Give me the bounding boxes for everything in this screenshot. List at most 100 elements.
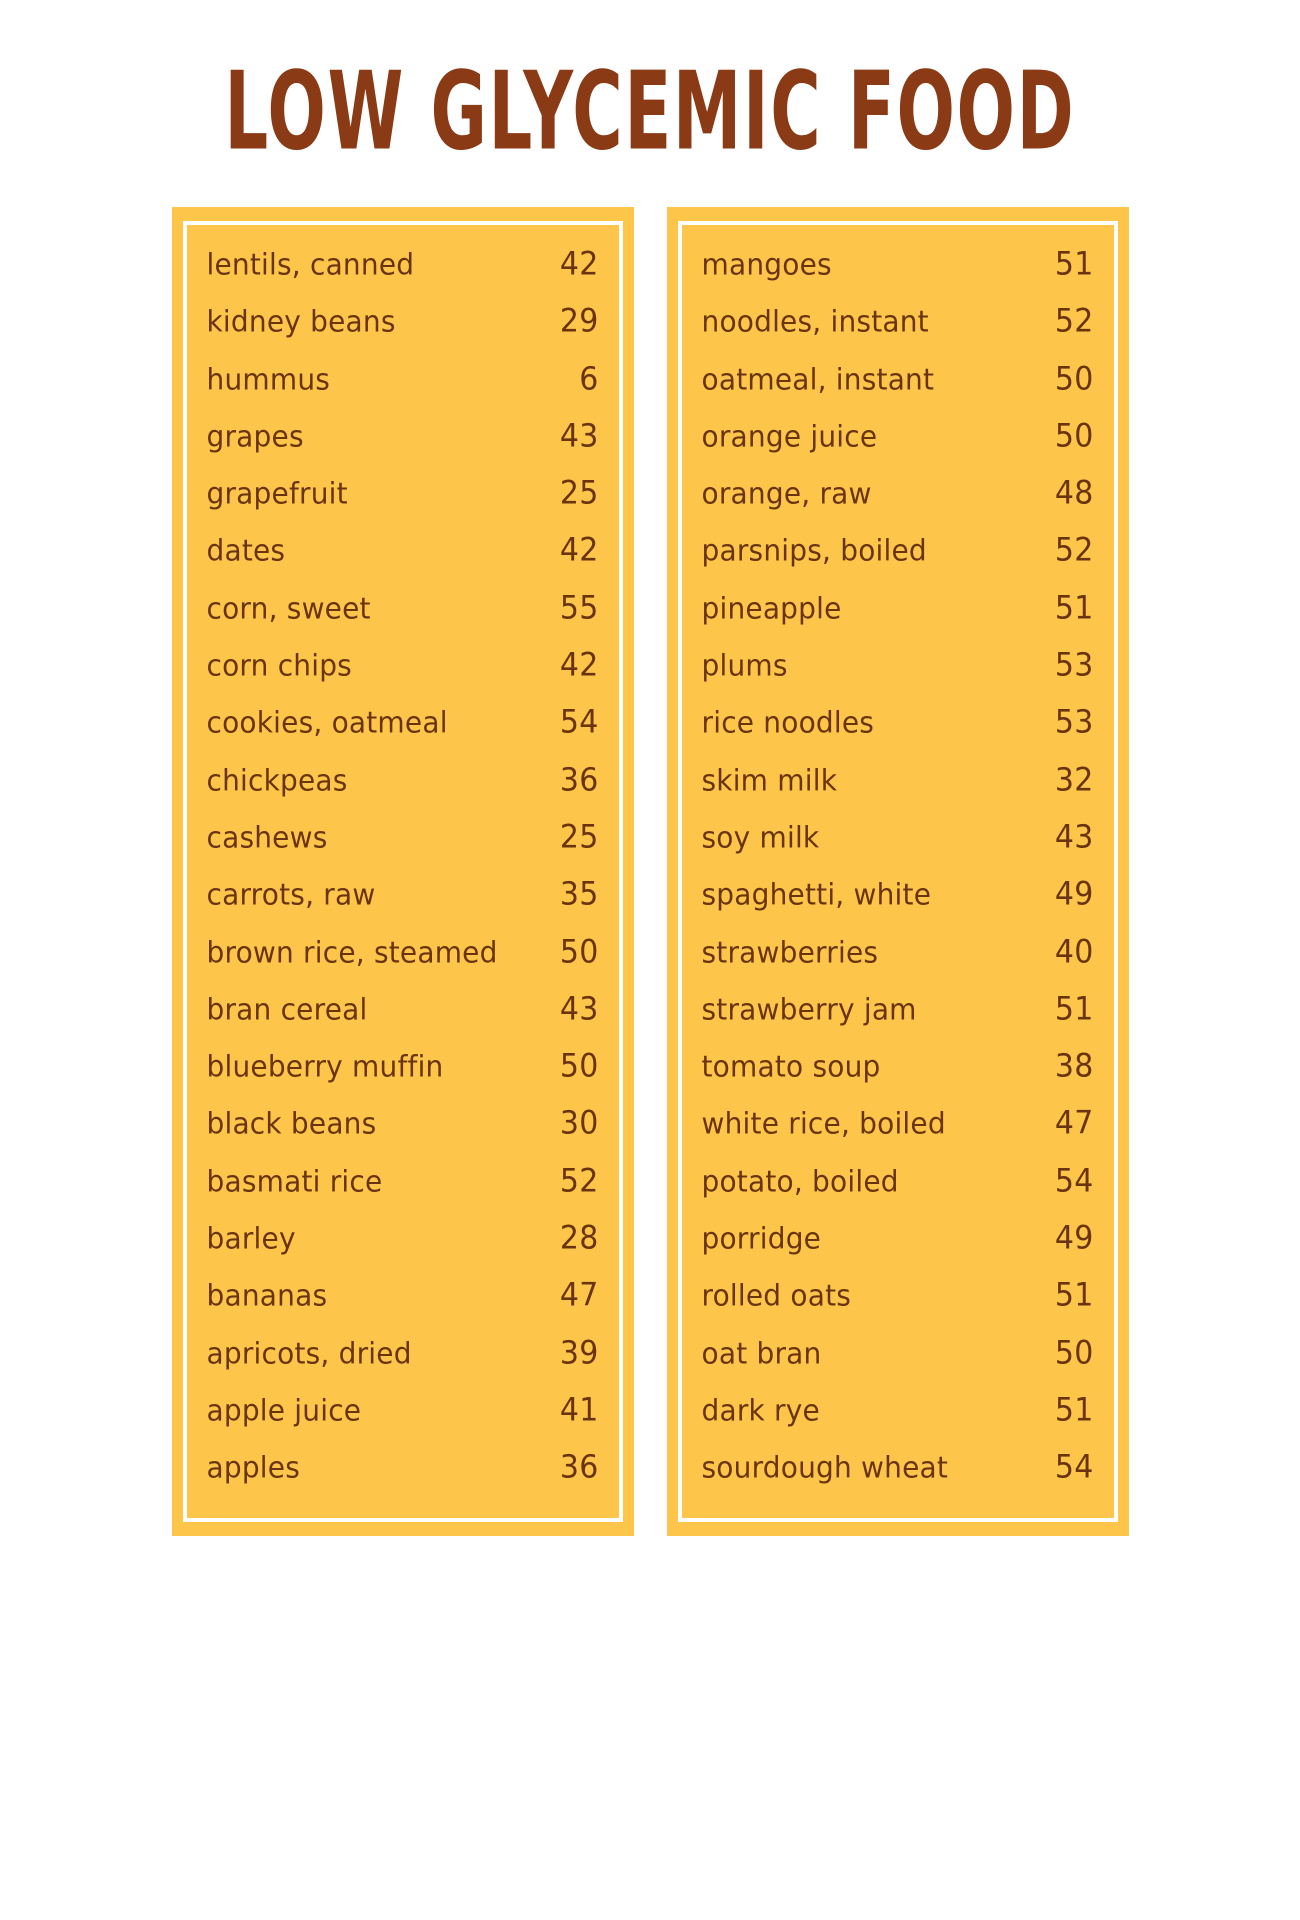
- food-name: spaghetti, white: [701, 877, 932, 913]
- food-name: plums: [701, 648, 788, 684]
- glycemic-index-value: 47: [559, 1277, 599, 1315]
- glycemic-index-value: 51: [1054, 589, 1094, 627]
- glycemic-index-value: 42: [559, 647, 599, 685]
- glycemic-index-value: 32: [1054, 761, 1094, 799]
- food-name: bananas: [206, 1278, 328, 1314]
- food-columns: lentils, canned 42 kidney beans 29 hummus 6 gr…: [0, 207, 1300, 1536]
- glycemic-index-value: 30: [559, 1105, 599, 1143]
- food-row: oat bran 50: [702, 1330, 1094, 1387]
- food-row: orange juice 50: [702, 413, 1094, 470]
- glycemic-index-value: 36: [559, 1449, 599, 1487]
- food-name: dates: [206, 533, 286, 569]
- food-name: oat bran: [701, 1335, 822, 1371]
- food-row: brown rice, steamed 50: [207, 929, 599, 986]
- food-name: oatmeal, instant: [701, 361, 935, 397]
- food-name: basmati rice: [206, 1163, 383, 1199]
- glycemic-index-value: 50: [559, 933, 599, 971]
- glycemic-index-value: 50: [1054, 360, 1094, 398]
- glycemic-index-value: 55: [559, 589, 599, 627]
- food-name: apricots, dried: [206, 1335, 412, 1371]
- food-name: mangoes: [701, 247, 832, 282]
- food-name: brown rice, steamed: [206, 934, 498, 970]
- food-name: corn, sweet: [206, 590, 371, 626]
- glycemic-index-value: 47: [1054, 1105, 1094, 1143]
- food-name: skim milk: [701, 762, 838, 798]
- food-name: orange juice: [701, 418, 878, 454]
- food-name: carrots, raw: [206, 877, 376, 913]
- food-row: carrots, raw 35: [207, 871, 599, 928]
- food-row: apples 36: [207, 1444, 599, 1501]
- glycemic-index-value: 42: [559, 532, 599, 570]
- food-name: dark rye: [701, 1392, 820, 1428]
- food-row: hummus 6: [207, 356, 599, 413]
- food-row: barley 28: [207, 1215, 599, 1272]
- glycemic-index-value: 6: [579, 360, 599, 398]
- glycemic-index-value: 51: [1054, 1391, 1094, 1429]
- food-row: grapefruit 25: [207, 470, 599, 527]
- glycemic-index-value: 28: [559, 1219, 599, 1258]
- food-row: pineapple 51: [702, 585, 1094, 642]
- food-row: basmati rice 52: [207, 1158, 599, 1215]
- glycemic-index-value: 42: [559, 245, 599, 284]
- food-row: tomato soup 38: [702, 1043, 1094, 1100]
- food-row: orange, raw 48: [702, 470, 1094, 527]
- food-row: grapes 43: [207, 413, 599, 470]
- food-row: skim milk 32: [702, 757, 1094, 814]
- food-row: cashews 25: [207, 814, 599, 871]
- food-name: barley: [206, 1221, 296, 1257]
- food-name: rice noodles: [701, 705, 875, 741]
- food-row: black beans 30: [207, 1100, 599, 1157]
- food-name: grapefruit: [206, 476, 348, 512]
- food-row: apricots, dried 39: [207, 1330, 599, 1387]
- glycemic-index-value: 49: [1054, 876, 1094, 914]
- food-name: pineapple: [701, 590, 842, 626]
- food-name: porridge: [701, 1221, 822, 1257]
- glycemic-index-value: 36: [559, 761, 599, 799]
- glycemic-index-value: 52: [559, 1162, 599, 1200]
- glycemic-index-value: 54: [1054, 1449, 1094, 1487]
- glycemic-index-value: 50: [1054, 417, 1094, 455]
- food-row: bananas 47: [207, 1272, 599, 1329]
- food-row: strawberry jam 51: [702, 986, 1094, 1043]
- food-name: soy milk: [701, 819, 820, 855]
- glycemic-index-value: 51: [1054, 1277, 1094, 1315]
- food-name: apple juice: [206, 1392, 362, 1428]
- glycemic-index-value: 53: [1054, 647, 1094, 685]
- food-row: dates 42: [207, 527, 599, 584]
- food-name: parsnips, boiled: [701, 533, 927, 569]
- glycemic-index-value: 48: [1054, 475, 1094, 513]
- glycemic-index-value: 38: [1054, 1048, 1094, 1086]
- glycemic-index-value: 29: [559, 303, 599, 341]
- food-row: sourdough wheat 54: [702, 1444, 1094, 1501]
- food-name: potato, boiled: [701, 1163, 899, 1199]
- food-name: strawberry jam: [701, 991, 917, 1027]
- food-row: noodles, instant 52: [702, 298, 1094, 355]
- food-name: black beans: [206, 1106, 377, 1142]
- food-name: apples: [206, 1450, 300, 1486]
- food-row: white rice, boiled 47: [702, 1100, 1094, 1157]
- glycemic-index-value: 43: [1054, 818, 1094, 857]
- food-name: noodles, instant: [701, 304, 929, 340]
- food-name: lentils, canned: [206, 247, 415, 282]
- food-name: strawberries: [701, 934, 879, 970]
- glycemic-index-value: 53: [1054, 704, 1094, 742]
- food-name: kidney beans: [206, 304, 396, 340]
- food-row: corn, sweet 55: [207, 585, 599, 642]
- food-row: rice noodles 53: [702, 699, 1094, 756]
- food-row: strawberries 40: [702, 929, 1094, 986]
- food-row: spaghetti, white 49: [702, 871, 1094, 928]
- food-row: chickpeas 36: [207, 757, 599, 814]
- food-row: kidney beans 29: [207, 298, 599, 355]
- glycemic-index-value: 51: [1054, 245, 1094, 284]
- glycemic-index-value: 43: [559, 417, 599, 455]
- page-title: LOW GLYCEMIC FOOD: [224, 49, 1076, 176]
- glycemic-index-value: 40: [1054, 933, 1094, 971]
- page-title-container: LOW GLYCEMIC FOOD: [0, 0, 1300, 166]
- glycemic-index-value: 39: [559, 1334, 599, 1372]
- food-name: hummus: [206, 361, 331, 397]
- glycemic-index-value: 54: [1054, 1162, 1094, 1200]
- food-row: corn chips 42: [207, 642, 599, 699]
- food-row: soy milk 43: [702, 814, 1094, 871]
- food-row: bran cereal 43: [207, 986, 599, 1043]
- glycemic-index-value: 52: [1054, 303, 1094, 341]
